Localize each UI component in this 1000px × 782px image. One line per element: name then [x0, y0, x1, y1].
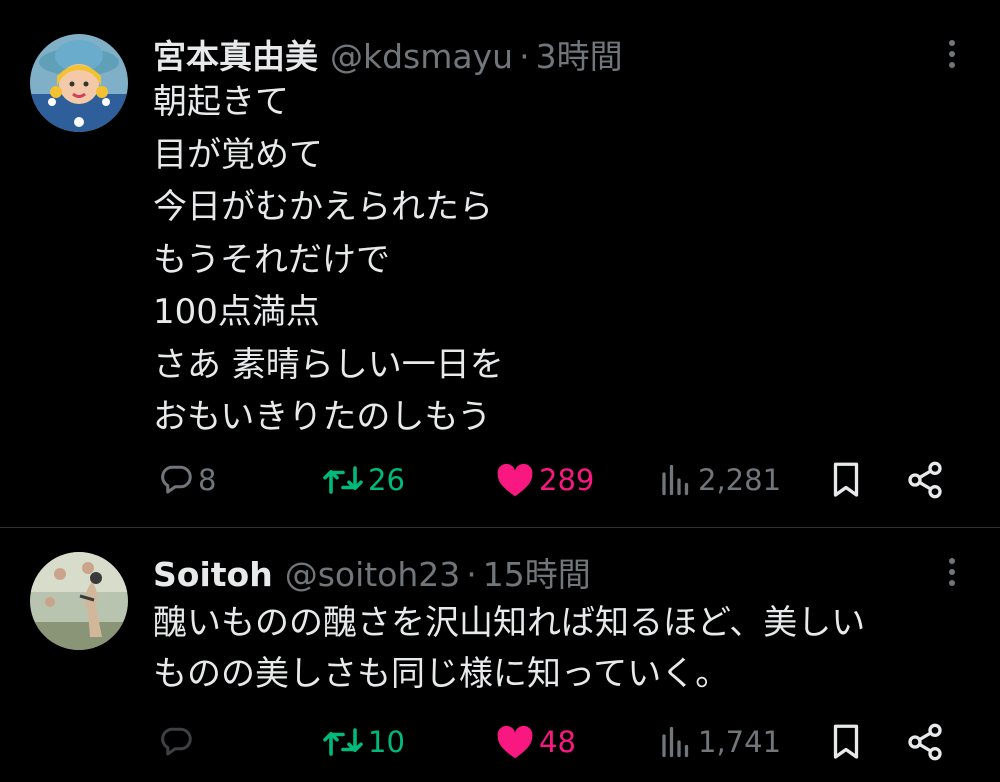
speech-bubble-icon — [161, 465, 192, 494]
like-button[interactable]: 289 — [495, 458, 594, 502]
share-button[interactable] — [905, 458, 945, 502]
retweet-button[interactable]: 26 — [322, 458, 405, 502]
retweet-count: 10 — [368, 725, 405, 759]
heart-icon — [497, 463, 533, 497]
display-name[interactable]: Soitoh — [153, 555, 273, 594]
heart-icon — [497, 725, 533, 759]
more-vertical-icon[interactable] — [940, 34, 964, 74]
tweet-line: もうそれだけで — [153, 239, 390, 280]
view-count: 1,741 — [698, 725, 782, 759]
reply-button[interactable] — [158, 720, 198, 764]
action-bar: 8 26 289 2,281 — [0, 458, 1000, 502]
like-count: 289 — [539, 463, 595, 497]
retweet-arrows-icon — [323, 466, 363, 494]
user-handle[interactable]: @kdsmayu — [330, 37, 513, 76]
tweet-line: おもいきりたのしもう — [153, 397, 492, 437]
share-button[interactable] — [905, 720, 945, 764]
share-nodes-icon — [908, 461, 942, 499]
views-button[interactable]: 1,741 — [658, 720, 781, 764]
separator: · — [519, 37, 530, 76]
share-nodes-icon — [908, 723, 942, 761]
timestamp[interactable]: 3時間 — [536, 30, 623, 78]
avatar[interactable] — [30, 34, 128, 132]
more-vertical-icon[interactable] — [940, 552, 964, 592]
tweet-line: 朝起きて — [153, 82, 289, 122]
tweet-header: Soitoh @soitoh23 · 15時間 — [153, 548, 591, 596]
retweet-count: 26 — [368, 463, 405, 497]
separator: · — [466, 555, 477, 594]
views-button[interactable]: 2,281 — [658, 458, 781, 502]
like-button[interactable]: 48 — [495, 720, 576, 764]
speech-bubble-icon — [161, 727, 192, 756]
tweet-line: さあ 素晴らしい一日を — [153, 344, 504, 385]
view-count: 2,281 — [698, 463, 782, 497]
timestamp[interactable]: 15時間 — [483, 548, 591, 596]
tweet-line: 今日がむかえられたら — [153, 187, 493, 227]
bookmark-button[interactable] — [828, 720, 864, 764]
reply-button[interactable]: 8 — [158, 458, 216, 502]
tweet-line: ものの美しさも同じ様に知っていく。 — [153, 654, 730, 694]
retweet-button[interactable]: 10 — [322, 720, 405, 764]
tweet-line: 目が覚めて — [153, 134, 323, 175]
tweet[interactable]: Soitoh @soitoh23 · 15時間 醜いものの醜さを沢山知れば知るほ… — [0, 528, 1000, 782]
tweet[interactable]: 宮本真由美 @kdsmayu · 3時間 朝起きて 目が覚めて 今日がむかえられ… — [0, 0, 1000, 527]
like-count: 48 — [539, 725, 576, 759]
avatar[interactable] — [30, 552, 128, 650]
action-bar: 10 48 1,741 — [0, 720, 1000, 764]
user-handle[interactable]: @soitoh23 — [285, 555, 461, 594]
bookmark-button[interactable] — [828, 458, 864, 502]
bar-chart-icon — [662, 726, 689, 758]
tweet-line: 醜いものの醜さを沢山知れば知るほど、美しい — [153, 603, 866, 643]
tweet-text: 醜いものの醜さを沢山知れば知るほど、美しい ものの美しさも同じ様に知っていく。 — [153, 598, 865, 700]
bookmark-icon — [833, 724, 859, 759]
bookmark-icon — [833, 462, 859, 497]
reply-count: 8 — [198, 463, 217, 497]
display-name[interactable]: 宮本真由美 — [153, 30, 318, 78]
tweet-text: 朝起きて 目が覚めて 今日がむかえられたら もうそれだけで 100点満点 さあ … — [153, 76, 504, 444]
bar-chart-icon — [662, 464, 689, 496]
retweet-arrows-icon — [323, 728, 363, 756]
tweet-line: 100点満点 — [153, 292, 320, 332]
tweet-header: 宮本真由美 @kdsmayu · 3時間 — [153, 30, 623, 78]
